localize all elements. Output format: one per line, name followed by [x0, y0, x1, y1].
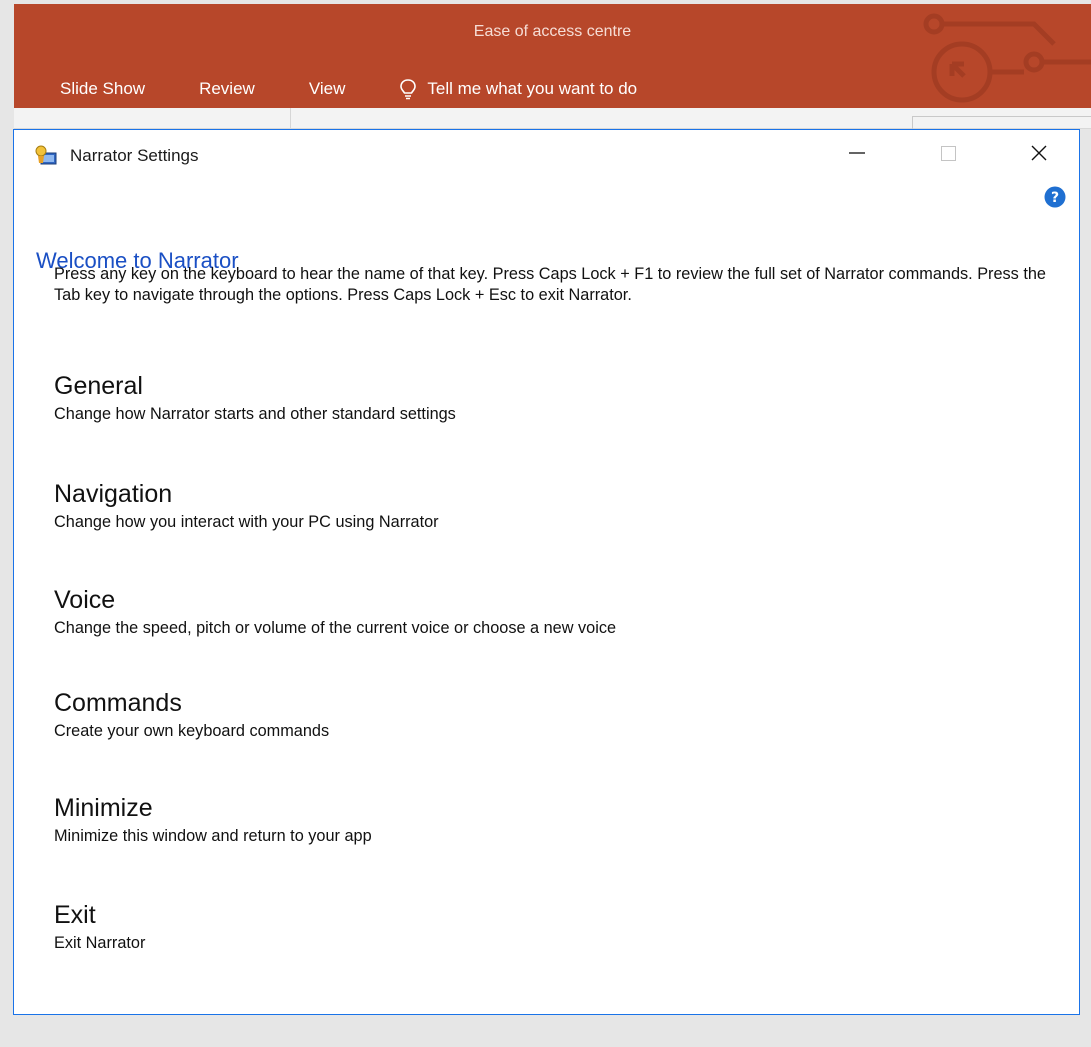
- section-title: Exit: [54, 901, 96, 929]
- section-description: Create your own keyboard commands: [54, 722, 330, 740]
- narrator-settings-window: Narrator Settings ? Welcome to Narrator …: [13, 129, 1080, 1015]
- section-voice[interactable]: Voice Change the speed, pitch or volume …: [54, 585, 616, 639]
- section-description: Change the speed, pitch or volume of the…: [54, 619, 617, 637]
- section-description: Change how Narrator starts and other sta…: [54, 405, 456, 423]
- section-commands[interactable]: Commands Create your own keyboard comman…: [54, 688, 329, 742]
- section-navigation[interactable]: Navigation Change how you interact with …: [54, 479, 439, 533]
- section-description: Exit Narrator: [54, 934, 146, 952]
- section-title: General: [54, 372, 143, 400]
- section-title: Minimize: [54, 794, 153, 822]
- tell-me-search[interactable]: Tell me what you want to do: [399, 78, 637, 100]
- close-button[interactable]: [1016, 130, 1062, 176]
- section-title: Commands: [54, 689, 182, 717]
- powerpoint-ribbon: Ease of access centre Slide Show Review …: [14, 4, 1091, 108]
- tab-view[interactable]: View: [309, 79, 346, 99]
- section-title: Navigation: [54, 480, 173, 508]
- tell-me-label: Tell me what you want to do: [427, 79, 638, 98]
- narrator-app-icon: [35, 145, 57, 165]
- help-icon[interactable]: ?: [1044, 186, 1066, 208]
- close-icon: [1031, 145, 1047, 161]
- window-title: Narrator Settings: [70, 146, 199, 165]
- intro-text: Press any key on the keyboard to hear th…: [54, 265, 1046, 304]
- maximize-button[interactable]: [925, 130, 971, 176]
- ribbon-tabs: Slide Show Review View Tell me what you …: [60, 76, 637, 102]
- faded-box: [912, 116, 1091, 129]
- section-description: Change how you interact with your PC usi…: [54, 513, 439, 531]
- window-titlebar[interactable]: Narrator Settings: [14, 130, 1079, 180]
- maximize-icon: [941, 146, 956, 161]
- section-title: Voice: [54, 586, 116, 614]
- section-minimize[interactable]: Minimize Minimize this window and return…: [54, 793, 372, 847]
- ribbon-lower-area: [14, 108, 1091, 129]
- minimize-button[interactable]: [834, 130, 880, 176]
- separator: [290, 108, 291, 128]
- minimize-icon: [849, 152, 865, 154]
- tab-review[interactable]: Review: [199, 79, 255, 99]
- circuit-decoration-icon: [923, 13, 1091, 103]
- faded-group-label: [610, 112, 613, 124]
- section-general[interactable]: General Change how Narrator starts and o…: [54, 371, 456, 425]
- section-description: Minimize this window and return to your …: [54, 827, 372, 845]
- tab-slide-show[interactable]: Slide Show: [60, 79, 145, 99]
- lightbulb-icon: [400, 79, 417, 100]
- section-exit[interactable]: Exit Exit Narrator: [54, 900, 145, 954]
- svg-text:?: ?: [1051, 190, 1059, 206]
